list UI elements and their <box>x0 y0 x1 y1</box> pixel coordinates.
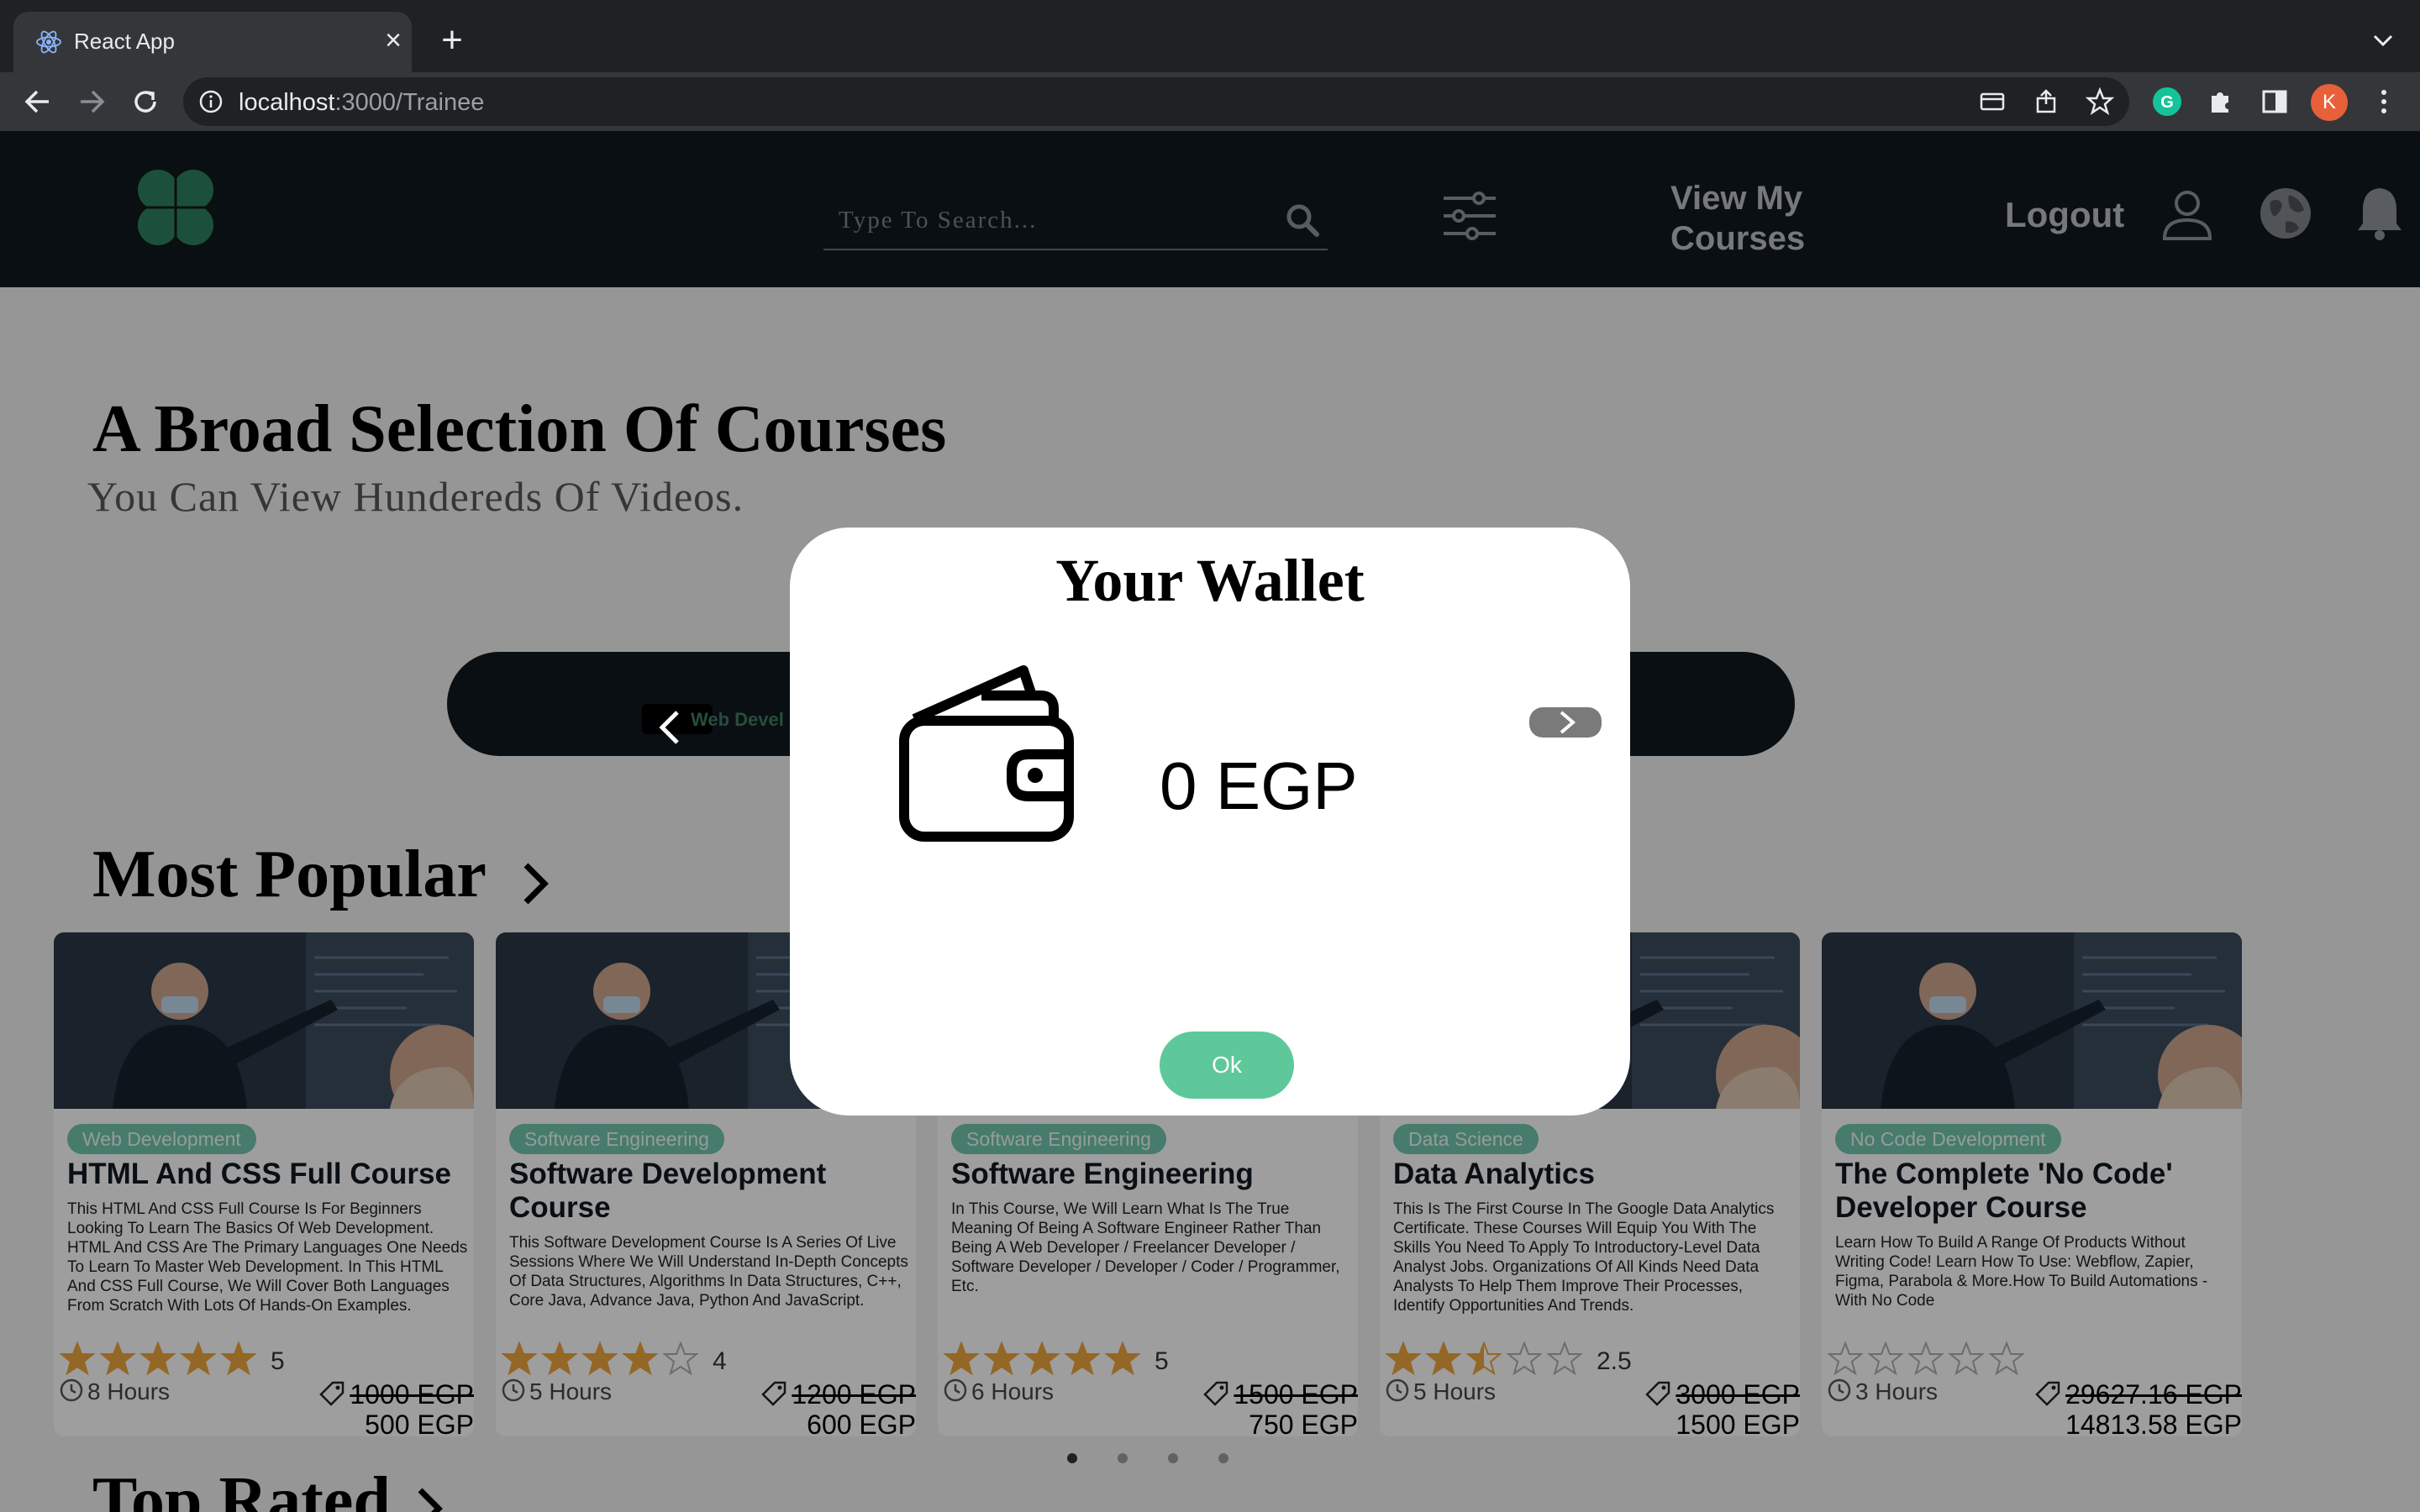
reload-icon[interactable] <box>126 82 165 121</box>
wallet-icon <box>899 665 1074 842</box>
share-icon[interactable] <box>2032 87 2060 116</box>
side-panel-icon[interactable] <box>2257 84 2292 119</box>
url-text: localhost:3000/Trainee <box>239 89 484 117</box>
grammarly-icon[interactable]: G <box>2149 84 2185 119</box>
carousel-next-button[interactable] <box>1529 707 1602 738</box>
tab-close-icon[interactable]: × <box>378 25 408 55</box>
tab-title: React App <box>74 29 175 54</box>
browser-tab[interactable]: React App × <box>13 12 412 72</box>
tab-search-chevron-icon[interactable] <box>2368 25 2398 55</box>
back-arrow-icon[interactable] <box>18 82 57 121</box>
browser-menu-icon[interactable] <box>2370 84 2398 119</box>
browser-tabstrip: React App × + <box>0 0 2420 72</box>
site-info-icon[interactable] <box>198 89 224 114</box>
wallet-modal: Your Wallet 0 EGP Ok <box>790 528 1630 1116</box>
new-tab-button[interactable]: + <box>435 22 469 59</box>
address-bar[interactable]: localhost:3000/Trainee <box>183 77 2129 126</box>
extensions-puzzle-icon[interactable] <box>2203 84 2238 119</box>
url-path: :3000/Trainee <box>334 89 485 116</box>
svg-text:G: G <box>2160 93 2174 112</box>
ok-button[interactable]: Ok <box>1160 1032 1294 1099</box>
url-host: localhost <box>239 89 335 116</box>
profile-avatar[interactable]: K <box>2311 84 2348 121</box>
chevron-right-icon <box>1560 711 1576 734</box>
wallet-modal-title: Your Wallet <box>1055 547 1365 614</box>
browser-toolbar: localhost:3000/Trainee G K <box>0 72 2420 131</box>
forward-arrow-icon[interactable] <box>72 82 111 121</box>
bookmark-star-icon[interactable] <box>2086 87 2114 116</box>
wallet-balance: 0 EGP <box>1160 748 1358 823</box>
react-icon <box>36 30 61 54</box>
carousel-prev-icon[interactable] <box>644 702 694 753</box>
card-icon[interactable] <box>1978 87 2007 116</box>
